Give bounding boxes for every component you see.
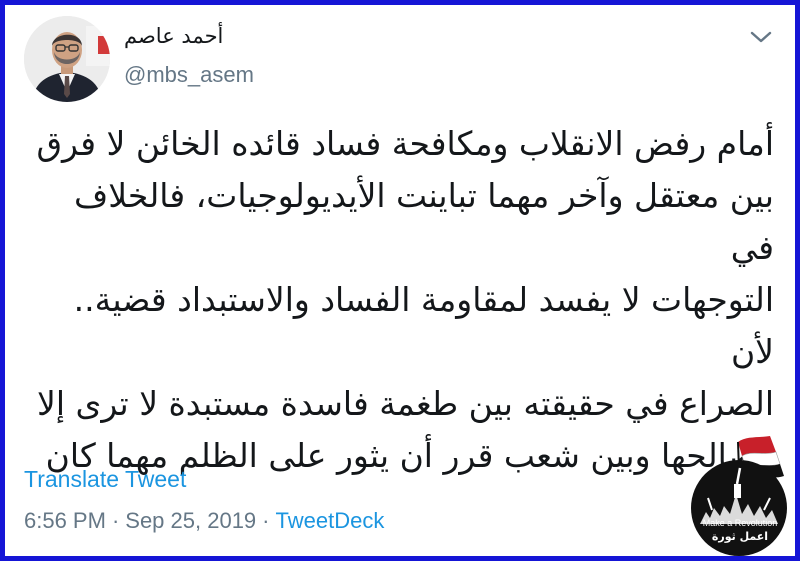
meta-separator: · — [262, 508, 270, 533]
author-handle[interactable]: @mbs_asem — [124, 62, 254, 88]
tweet-source-link[interactable]: TweetDeck — [276, 508, 385, 533]
logo-text-en: Make a Revolution — [702, 518, 778, 528]
tweet-text-line: أمام رفض الانقلاب ومكافحة فساد قائده الخ… — [36, 124, 774, 163]
author-display-name[interactable]: أحمد عاصم — [124, 24, 223, 48]
revolution-logo: Make a Revolution اعمل ثورة — [684, 432, 796, 558]
avatar-image — [24, 16, 110, 102]
tweet-time[interactable]: 6:56 PM — [24, 508, 106, 533]
tweet-text-line: بين معتقل وآخر مهما تباينت الأيديولوجيات… — [74, 176, 774, 267]
tweet-menu-button[interactable] — [748, 26, 774, 48]
author-avatar[interactable] — [24, 16, 110, 102]
tweet-meta: 6:56 PM · Sep 25, 2019 · TweetDeck — [24, 508, 384, 534]
tweet-date[interactable]: Sep 25, 2019 — [125, 508, 256, 533]
meta-separator: · — [111, 508, 120, 533]
tweet-text-line: الصراع في حقيقته بين طغمة فاسدة مستبدة ل… — [37, 384, 774, 423]
logo-text-ar: اعمل ثورة — [711, 530, 769, 543]
translate-tweet-link[interactable]: Translate Tweet — [24, 466, 186, 493]
chevron-down-icon — [750, 31, 772, 43]
tweet-text-line: التوجهات لا يفسد لمقاومة الفساد والاستبد… — [73, 280, 774, 371]
